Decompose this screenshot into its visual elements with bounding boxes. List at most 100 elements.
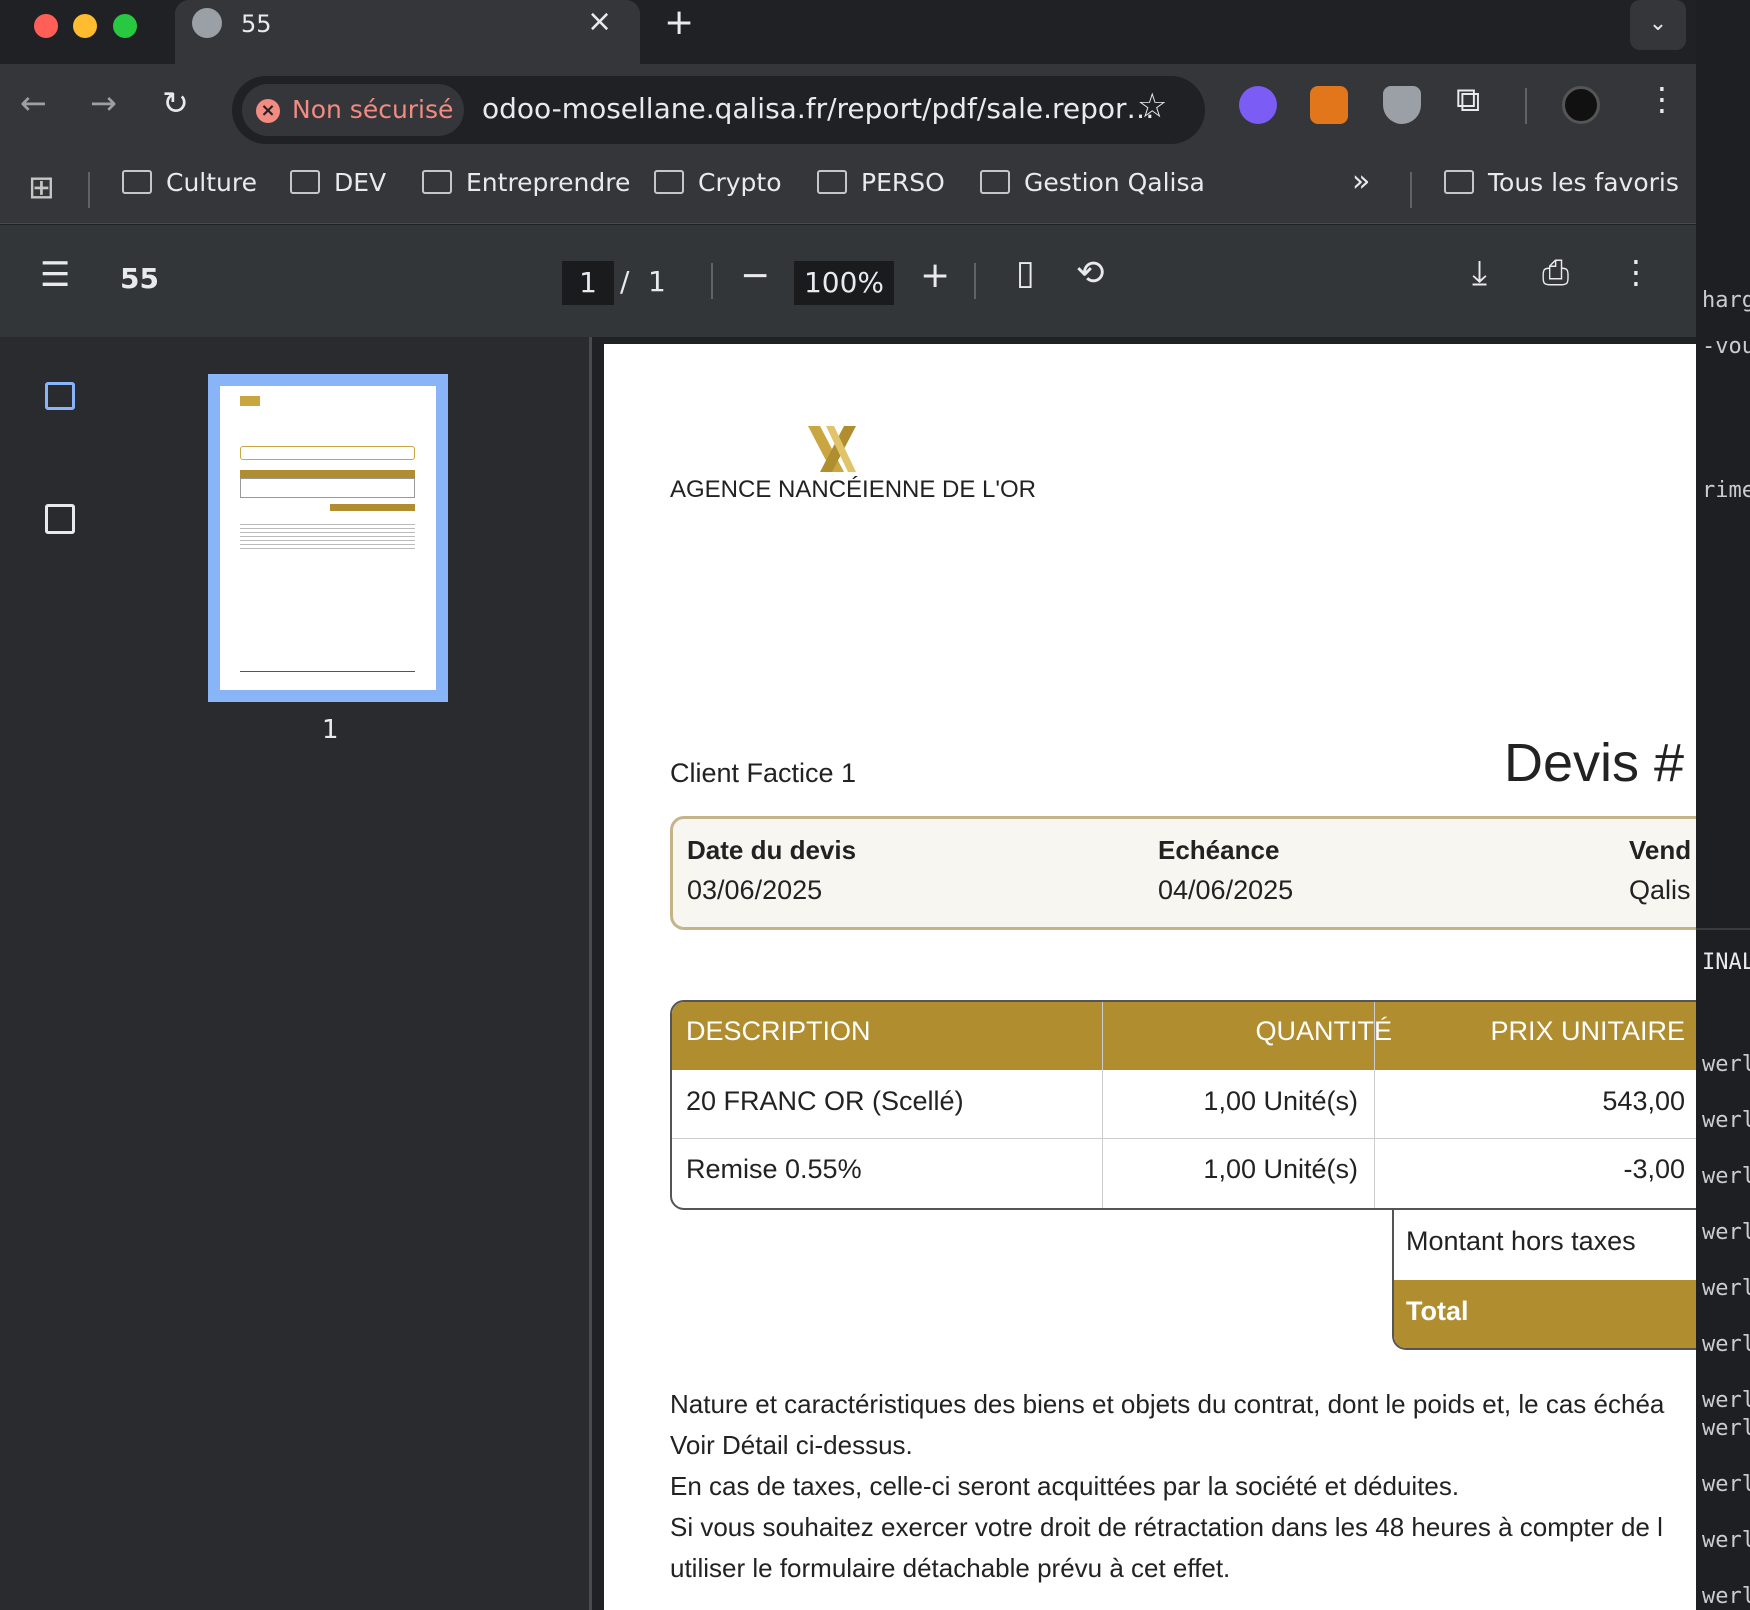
column-divider (1374, 1002, 1375, 1208)
notes: Nature et caractéristiques des biens et … (670, 1384, 1664, 1589)
browser-menu-icon[interactable]: ⋮ (1646, 80, 1678, 118)
folder-icon (817, 170, 847, 194)
editor-line: -vous (1702, 334, 1750, 359)
security-chip[interactable]: × Non sécurisé (242, 84, 464, 136)
row-2-unit-price: -3,00 (1623, 1154, 1685, 1184)
note-line: En cas de taxes, celle-ci seront acquitt… (670, 1471, 1460, 1501)
terminal-line: werl (1702, 1528, 1750, 1553)
globe-icon (192, 8, 222, 38)
thumbnail-total (330, 504, 415, 511)
url-text[interactable]: odoo-mosellane.qalisa.fr/report/pdf/sale… (482, 92, 1155, 125)
bookmark-folder-dev[interactable]: DEV (290, 168, 386, 197)
zoom-out-icon[interactable]: − (740, 255, 770, 296)
note-line: Voir Détail ci-dessus. (670, 1430, 913, 1460)
shield-extension-icon[interactable] (1383, 86, 1421, 124)
editor-line: rime (1702, 478, 1750, 503)
subtotal-label: Montant hors taxes (1406, 1226, 1636, 1256)
folder-icon (422, 170, 452, 194)
folder-icon (290, 170, 320, 194)
column-divider (1102, 1002, 1103, 1208)
row-1-unit-price: 543,00 (1602, 1086, 1685, 1116)
reload-icon[interactable]: ↻ (162, 84, 189, 122)
download-icon[interactable]: ⤓ (1472, 253, 1487, 293)
browser-toolbar: ← → ↻ × Non sécurisé odoo-mosellane.qali… (0, 64, 1696, 156)
total-label: Total (1406, 1296, 1469, 1326)
totals-box: Montant hors taxes Total (1392, 1210, 1696, 1350)
terminal-tab-label[interactable]: INAL (1702, 950, 1750, 975)
terminal-line: werl (1702, 1416, 1750, 1441)
zoom-level-input[interactable]: 100% (794, 261, 894, 305)
apps-grid-icon[interactable]: ⊞ (28, 168, 55, 206)
extensions-puzzle-icon[interactable]: ⧉ (1456, 80, 1480, 120)
row-divider (672, 1138, 1696, 1139)
bookmark-folder-perso[interactable]: PERSO (817, 168, 945, 197)
bookmarks-separator (88, 172, 90, 208)
note-line: utiliser le formulaire détachable prévu … (670, 1553, 1231, 1583)
forward-icon[interactable]: → (90, 84, 117, 122)
note-line: Si vous souhaitez exercer votre droit de… (670, 1512, 1663, 1542)
row-1-quantity: 1,00 Unité(s) (1203, 1086, 1358, 1116)
bookmark-folder-culture[interactable]: Culture (122, 168, 257, 197)
lines-table: DESCRIPTION QUANTITÉ PRIX UNITAIRE 20 FR… (670, 1000, 1696, 1210)
header-description: DESCRIPTION (686, 1016, 871, 1046)
metamask-fox-icon[interactable] (1310, 86, 1348, 124)
header-quantity: QUANTITÉ (1255, 1016, 1392, 1046)
thumbnail-notes (240, 521, 415, 551)
note-line: Nature et caractéristiques des biens et … (670, 1389, 1665, 1419)
maximize-window-button[interactable] (113, 14, 137, 38)
security-label: Non sécurisé (292, 95, 454, 124)
terminal-line: werl (1702, 1108, 1750, 1133)
close-tab-icon[interactable]: × (587, 4, 612, 39)
terminal-line: werl (1702, 1052, 1750, 1077)
folder-icon (1444, 170, 1474, 194)
bookmark-folder-crypto[interactable]: Crypto (654, 168, 782, 197)
due-date-value: 04/06/2025 (1158, 875, 1294, 905)
toolbar-separator (1525, 88, 1527, 124)
bookmark-star-icon[interactable]: ☆ (1137, 86, 1167, 126)
terminal-line: werl (1702, 1164, 1750, 1189)
new-tab-button[interactable]: + (664, 2, 694, 43)
date-value: 03/06/2025 (687, 875, 823, 905)
thumbnail-footer-line (240, 671, 415, 672)
company-name: AGENCE NANCÉIENNE DE L'OR (670, 476, 1036, 503)
bookmarks-bar: ⊞ Culture DEV Entreprendre Crypto PERSO … (0, 156, 1696, 224)
zoom-in-icon[interactable]: + (920, 255, 950, 296)
page-thumbnail[interactable] (208, 374, 448, 702)
close-window-button[interactable] (34, 14, 58, 38)
pdf-page: AGENCE NANCÉIENNE DE L'OR Client Factice… (604, 344, 1696, 1610)
folder-icon (980, 170, 1010, 194)
terminal-line: werl (1702, 1220, 1750, 1245)
address-bar[interactable]: × Non sécurisé odoo-mosellane.qalisa.fr/… (232, 76, 1205, 144)
profile-avatar[interactable] (1562, 86, 1600, 124)
thumbnails-view-icon[interactable] (45, 382, 75, 410)
all-favorites-folder[interactable]: Tous les favoris (1444, 168, 1679, 197)
bookmark-folder-entreprendre[interactable]: Entreprendre (422, 168, 630, 197)
minimize-window-button[interactable] (73, 14, 97, 38)
background-editor-window: harg -vous rime INAL werl werl werl werl… (1696, 0, 1750, 1610)
tab-search-button[interactable]: ⌄ (1630, 0, 1686, 50)
row-2-quantity: 1,00 Unité(s) (1203, 1154, 1358, 1184)
browser-tab[interactable]: 55 × (175, 0, 640, 64)
rotate-icon[interactable]: ⟲ (1076, 253, 1105, 293)
fit-page-icon[interactable]: ▯ (1016, 253, 1035, 293)
sidebar-menu-icon[interactable]: ☰ (40, 255, 70, 295)
pdf-toolbar: ☰ 55 1 / 1 − 100% + ▯ ⟲ ⤓ ⎙ ⋮ (0, 225, 1696, 337)
outline-view-icon[interactable] (45, 504, 75, 534)
pdf-more-icon[interactable]: ⋮ (1620, 253, 1652, 291)
date-label: Date du devis (687, 835, 857, 865)
print-icon[interactable]: ⎙ (1542, 253, 1569, 293)
seller-value: Qalis (1629, 875, 1691, 905)
terminal-line: werl (1702, 1276, 1750, 1301)
page-separator: / (620, 265, 630, 298)
due-date-label: Echéance (1158, 835, 1280, 865)
thumbnail-table-header (240, 470, 415, 478)
bookmark-folder-gestion-qalisa[interactable]: Gestion Qalisa (980, 168, 1205, 197)
row-2-description: Remise 0.55% (686, 1154, 862, 1184)
more-bookmarks-button[interactable]: » (1352, 164, 1370, 199)
panel-divider (1696, 928, 1750, 930)
terminal-line: werl (1702, 1472, 1750, 1497)
extension-purple-icon[interactable] (1239, 86, 1277, 124)
page-number-input[interactable]: 1 (562, 261, 614, 305)
back-icon[interactable]: ← (20, 84, 47, 122)
browser-titlebar: 55 × + ⌄ (0, 0, 1696, 64)
